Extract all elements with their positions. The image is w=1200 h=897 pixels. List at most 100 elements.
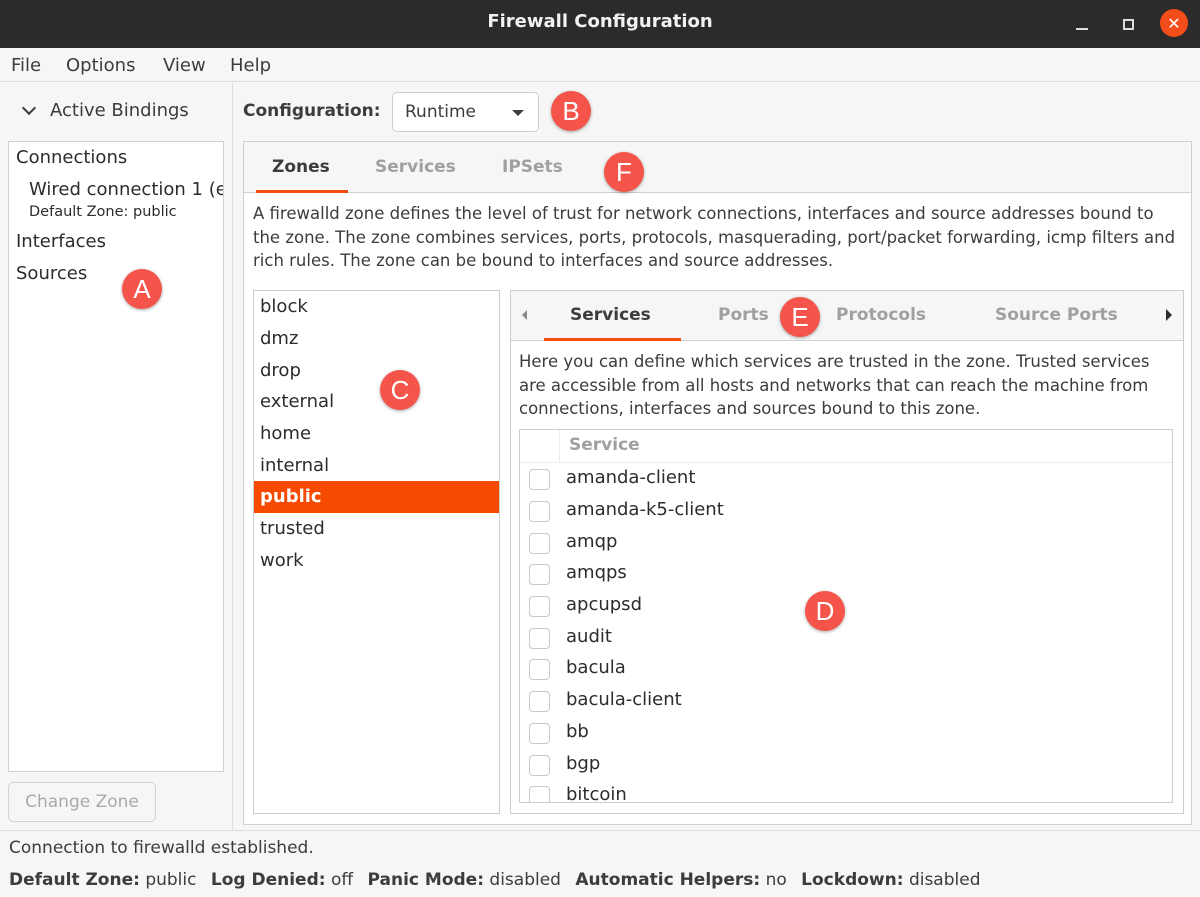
- service-name: amanda-k5-client: [566, 499, 724, 520]
- close-button[interactable]: ✕: [1160, 9, 1188, 37]
- service-checkbox[interactable]: [529, 533, 550, 554]
- service-name: bacula-client: [566, 689, 682, 710]
- maximize-icon: [1122, 18, 1134, 30]
- service-name: bb: [566, 721, 589, 742]
- status-key: Default Zone:: [9, 870, 140, 890]
- status-fields: Default Zone: public Log Denied: off Pan…: [9, 870, 990, 890]
- change-zone-button[interactable]: Change Zone: [8, 782, 156, 822]
- menu-options[interactable]: Options: [66, 55, 135, 76]
- bindings-interfaces[interactable]: Interfaces: [16, 231, 106, 252]
- service-checkbox[interactable]: [529, 659, 550, 680]
- main-panel: Configuration: Runtime B Zones Services …: [234, 83, 1200, 830]
- service-checkbox[interactable]: [529, 469, 550, 490]
- service-row: bitcoin: [520, 781, 1172, 803]
- window-title: Firewall Configuration: [487, 11, 713, 32]
- annotation-badge-c: C: [380, 370, 420, 410]
- configuration-dropdown[interactable]: Runtime: [392, 92, 539, 132]
- zone-settings-notebook: Services Ports Protocols Source Ports E …: [510, 290, 1184, 814]
- service-checkbox[interactable]: [529, 755, 550, 776]
- service-row: audit: [520, 623, 1172, 655]
- service-name: audit: [566, 626, 612, 647]
- active-bindings-label: Active Bindings: [50, 100, 189, 121]
- service-name: apcupsd: [566, 594, 642, 615]
- bindings-tree: Connections Wired connection 1 (e Defaul…: [8, 141, 224, 772]
- service-checkbox[interactable]: [529, 691, 550, 712]
- tab-zone-ports[interactable]: Ports: [718, 305, 769, 325]
- service-row: bgp: [520, 750, 1172, 782]
- service-row: amqps: [520, 559, 1172, 591]
- zone-item-internal[interactable]: internal: [254, 450, 499, 482]
- tab-services[interactable]: Services: [375, 157, 456, 177]
- scroll-tabs-right-icon[interactable]: [1166, 309, 1172, 321]
- tab-zone-services[interactable]: Services: [570, 305, 651, 325]
- service-checkbox[interactable]: [529, 596, 550, 617]
- status-automatic-helpers: Automatic Helpers: no: [575, 870, 786, 890]
- configuration-value: Runtime: [405, 102, 477, 122]
- zone-item-drop[interactable]: drop: [254, 355, 499, 387]
- minimize-icon: [1076, 28, 1088, 30]
- menu-bar: File Options View Help: [0, 48, 1200, 82]
- menu-file[interactable]: File: [11, 55, 41, 76]
- service-name: bitcoin: [566, 784, 627, 803]
- service-checkbox[interactable]: [529, 628, 550, 649]
- service-row: bb: [520, 718, 1172, 750]
- service-row: amanda-client: [520, 464, 1172, 496]
- status-key: Panic Mode:: [367, 870, 485, 890]
- status-key: Automatic Helpers:: [575, 870, 761, 890]
- maximize-button[interactable]: [1114, 10, 1142, 38]
- chevron-down-icon: [21, 100, 37, 115]
- zone-item-trusted[interactable]: trusted: [254, 513, 499, 545]
- tab-zone-protocols[interactable]: Protocols: [836, 305, 926, 325]
- menu-view[interactable]: View: [163, 55, 206, 76]
- bindings-connections[interactable]: Connections: [16, 147, 127, 168]
- status-log-denied: Log Denied: off: [211, 870, 353, 890]
- title-bar: Firewall Configuration ✕: [0, 0, 1200, 48]
- service-name: amqp: [566, 531, 618, 552]
- zone-list: block dmz drop external home internal pu…: [253, 290, 500, 814]
- bindings-sources[interactable]: Sources: [16, 263, 87, 284]
- services-table: Service amanda-client amanda-k5-client a…: [519, 429, 1173, 803]
- status-value: disabled: [908, 870, 981, 890]
- service-column-header[interactable]: Service: [569, 435, 640, 455]
- status-key: Lockdown:: [801, 870, 904, 890]
- services-description: Here you can define which services are t…: [519, 352, 1150, 418]
- service-name: bacula: [566, 657, 626, 678]
- configuration-label: Configuration:: [243, 101, 381, 121]
- service-checkbox[interactable]: [529, 501, 550, 522]
- services-table-header: Service: [520, 430, 1172, 463]
- minimize-button[interactable]: [1068, 10, 1096, 38]
- zone-item-work[interactable]: work: [254, 545, 499, 577]
- status-value: disabled: [489, 870, 561, 890]
- service-checkbox[interactable]: [529, 786, 550, 802]
- status-panic-mode: Panic Mode: disabled: [368, 870, 561, 890]
- tab-zone-source-ports[interactable]: Source Ports: [995, 305, 1118, 325]
- service-checkbox[interactable]: [529, 723, 550, 744]
- scroll-tabs-left-icon[interactable]: [522, 310, 527, 320]
- active-bindings-sidebar: Active Bindings Connections Wired connec…: [0, 83, 233, 830]
- header-separator: [559, 430, 560, 463]
- service-row: bacula: [520, 654, 1172, 686]
- bindings-wired-connection[interactable]: Wired connection 1 (e: [29, 179, 223, 200]
- annotation-badge-e: E: [780, 297, 820, 337]
- outer-tab-bar: Zones Services IPSets: [244, 142, 1191, 193]
- status-value: public: [145, 870, 197, 890]
- inner-tab-bar: Services Ports Protocols Source Ports: [511, 291, 1183, 341]
- zone-item-external[interactable]: external: [254, 386, 499, 418]
- service-row: bacula-client: [520, 686, 1172, 718]
- tab-zones[interactable]: Zones: [272, 157, 330, 177]
- active-bindings-toggle[interactable]: Active Bindings: [20, 100, 189, 121]
- zone-item-block[interactable]: block: [254, 291, 499, 323]
- tab-zones-indicator: [256, 190, 348, 193]
- zone-item-dmz[interactable]: dmz: [254, 323, 499, 355]
- service-name: bgp: [566, 753, 601, 774]
- zone-item-home[interactable]: home: [254, 418, 499, 450]
- service-checkbox[interactable]: [529, 564, 550, 585]
- status-key: Log Denied:: [210, 870, 326, 890]
- menu-help[interactable]: Help: [230, 55, 271, 76]
- service-name: amanda-client: [566, 467, 696, 488]
- tab-ipsets[interactable]: IPSets: [502, 157, 563, 177]
- service-name: amqps: [566, 562, 627, 583]
- zone-item-public[interactable]: public: [254, 481, 499, 513]
- annotation-badge-a: A: [122, 269, 162, 309]
- zone-description: A firewalld zone defines the level of tr…: [253, 204, 1176, 270]
